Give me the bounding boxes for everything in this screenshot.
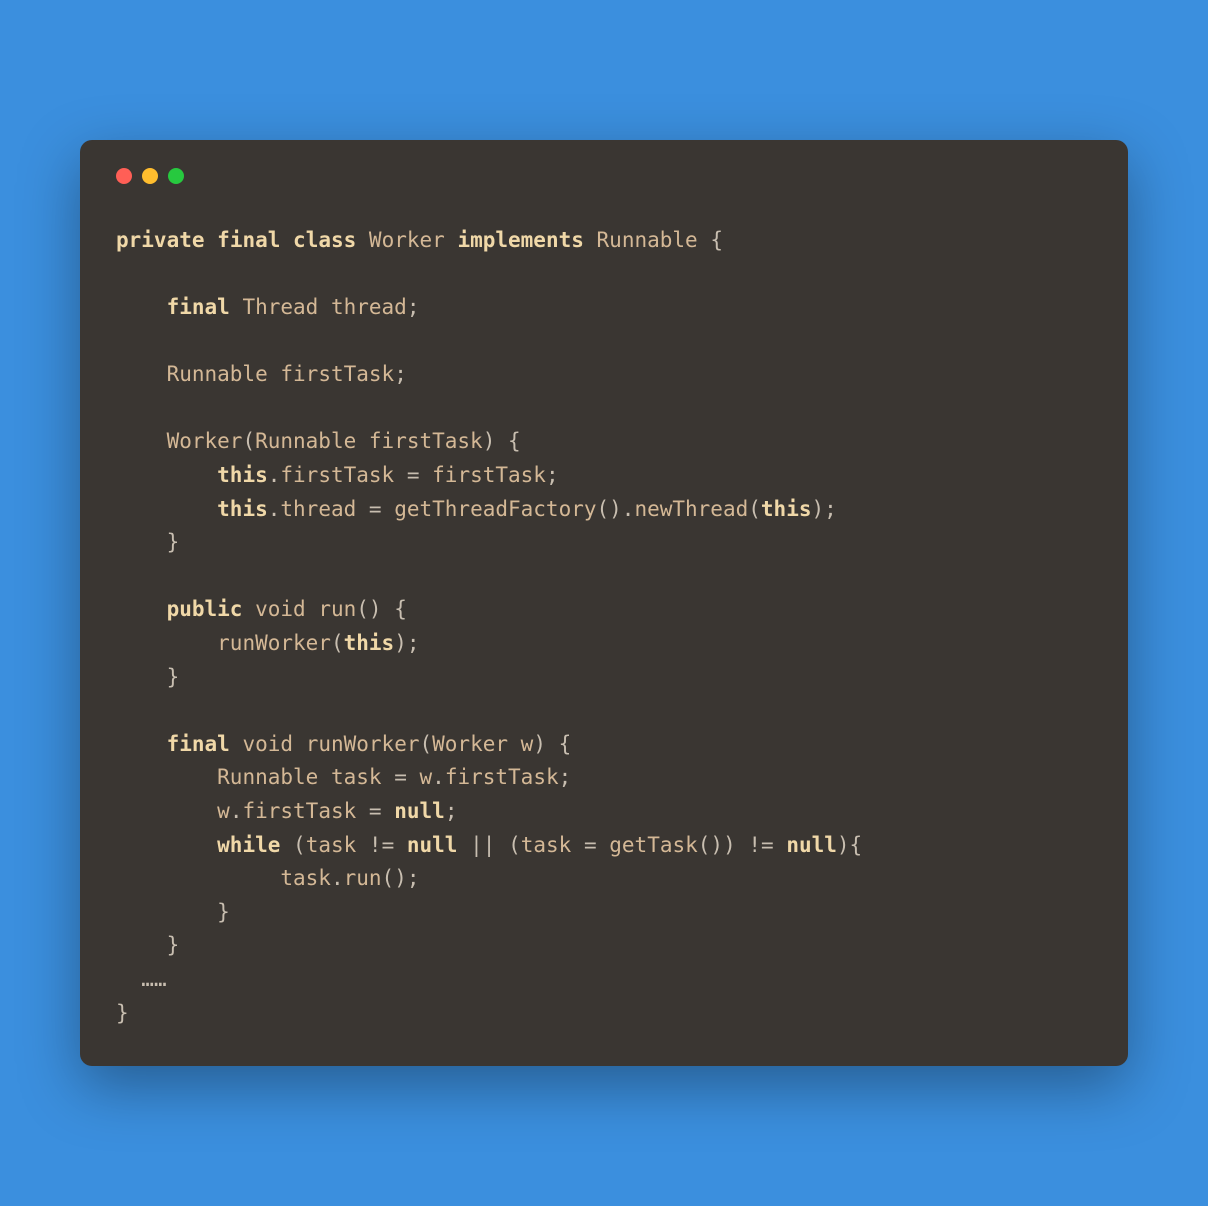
code-token-kw: null bbox=[407, 833, 458, 857]
code-token-punct: . bbox=[268, 497, 281, 521]
window-titlebar bbox=[116, 168, 1092, 184]
code-token-punct: . bbox=[331, 866, 344, 890]
code-token-punct: != bbox=[369, 833, 394, 857]
code-token-punct: ; bbox=[407, 295, 420, 319]
code-token-ident: firstTask bbox=[280, 362, 394, 386]
code-token-type: Runnable bbox=[597, 228, 698, 252]
code-token-punct: ( bbox=[293, 833, 306, 857]
code-token-punct: { bbox=[508, 429, 521, 453]
code-token-kw: this bbox=[217, 463, 268, 487]
code-token-punct: || bbox=[470, 833, 495, 857]
code-token-punct: ; bbox=[559, 765, 572, 789]
code-content: private final class Worker implements Ru… bbox=[116, 224, 1092, 1030]
code-token-punct: = bbox=[369, 799, 382, 823]
code-token-punct: ){ bbox=[837, 833, 862, 857]
code-token-method: run bbox=[318, 597, 356, 621]
code-token-punct: ( bbox=[748, 497, 761, 521]
code-token-punct: ) bbox=[483, 429, 496, 453]
code-token-kw: null bbox=[786, 833, 837, 857]
code-token-punct: != bbox=[748, 833, 773, 857]
code-token-type: void bbox=[255, 597, 306, 621]
code-token-punct: { bbox=[394, 597, 407, 621]
code-token-kw: while bbox=[217, 833, 280, 857]
code-token-punct: = bbox=[394, 765, 407, 789]
code-token-punct: ); bbox=[394, 631, 419, 655]
code-token-method: run bbox=[344, 866, 382, 890]
code-token-method: runWorker bbox=[217, 631, 331, 655]
code-token-ident: task bbox=[306, 833, 357, 857]
code-token-punct: } bbox=[217, 900, 230, 924]
code-token-punct: …… bbox=[141, 967, 166, 991]
code-token-ident: task bbox=[280, 866, 331, 890]
code-token-punct: . bbox=[432, 765, 445, 789]
code-token-punct: = bbox=[584, 833, 597, 857]
code-token-ident: thread bbox=[331, 295, 407, 319]
code-token-punct: ) bbox=[533, 732, 546, 756]
code-token-punct: . bbox=[230, 799, 243, 823]
code-token-kw: final bbox=[167, 732, 230, 756]
code-token-punct: } bbox=[116, 1001, 129, 1025]
code-token-method: getTask bbox=[609, 833, 698, 857]
code-token-punct: ()) bbox=[698, 833, 736, 857]
code-token-punct: } bbox=[167, 933, 180, 957]
code-token-ident: thread bbox=[280, 497, 356, 521]
code-token-ident: w bbox=[217, 799, 230, 823]
code-token-punct: ( bbox=[331, 631, 344, 655]
code-token-ident: task bbox=[521, 833, 572, 857]
code-token-punct: ( bbox=[242, 429, 255, 453]
code-token-punct: ; bbox=[546, 463, 559, 487]
code-token-kw: final bbox=[167, 295, 230, 319]
code-token-type: Worker bbox=[369, 228, 445, 252]
close-icon[interactable] bbox=[116, 168, 132, 184]
code-token-kw: implements bbox=[457, 228, 583, 252]
code-token-ident: firstTask bbox=[369, 429, 483, 453]
code-token-ident: firstTask bbox=[432, 463, 546, 487]
code-token-type: Worker bbox=[167, 429, 243, 453]
code-token-punct: (); bbox=[382, 866, 420, 890]
code-token-ident: task bbox=[331, 765, 382, 789]
code-token-type: Runnable bbox=[255, 429, 356, 453]
code-token-punct: } bbox=[167, 530, 180, 554]
code-window: private final class Worker implements Ru… bbox=[80, 140, 1128, 1066]
code-token-type: Worker bbox=[432, 732, 508, 756]
code-token-punct: ( bbox=[419, 732, 432, 756]
code-token-punct: () bbox=[356, 597, 381, 621]
code-token-ident: firstTask bbox=[280, 463, 394, 487]
code-token-ident: w bbox=[521, 732, 534, 756]
code-token-type: void bbox=[242, 732, 293, 756]
code-token-punct: = bbox=[407, 463, 420, 487]
code-token-ident: firstTask bbox=[242, 799, 356, 823]
code-token-punct: ); bbox=[811, 497, 836, 521]
code-token-punct: = bbox=[369, 497, 382, 521]
code-token-kw: class bbox=[293, 228, 356, 252]
code-token-kw: public bbox=[167, 597, 243, 621]
code-token-punct: ; bbox=[445, 799, 458, 823]
code-token-kw: private bbox=[116, 228, 205, 252]
code-token-punct: ; bbox=[394, 362, 407, 386]
code-token-kw: this bbox=[761, 497, 812, 521]
maximize-icon[interactable] bbox=[168, 168, 184, 184]
code-token-ident: firstTask bbox=[445, 765, 559, 789]
code-token-type: Runnable bbox=[217, 765, 318, 789]
code-token-type: Runnable bbox=[167, 362, 268, 386]
code-token-method: runWorker bbox=[306, 732, 420, 756]
code-token-punct: } bbox=[167, 665, 180, 689]
code-token-type: Thread bbox=[242, 295, 318, 319]
code-token-punct: { bbox=[559, 732, 572, 756]
minimize-icon[interactable] bbox=[142, 168, 158, 184]
code-token-ident: w bbox=[420, 765, 433, 789]
code-token-kw: this bbox=[344, 631, 395, 655]
code-token-method: getThreadFactory bbox=[394, 497, 596, 521]
code-token-kw: this bbox=[217, 497, 268, 521]
code-token-punct: ( bbox=[508, 833, 521, 857]
code-token-punct: { bbox=[710, 228, 723, 252]
code-token-kw: final bbox=[217, 228, 280, 252]
code-token-punct: (). bbox=[597, 497, 635, 521]
code-token-punct: . bbox=[268, 463, 281, 487]
code-token-kw: null bbox=[394, 799, 445, 823]
code-token-method: newThread bbox=[634, 497, 748, 521]
